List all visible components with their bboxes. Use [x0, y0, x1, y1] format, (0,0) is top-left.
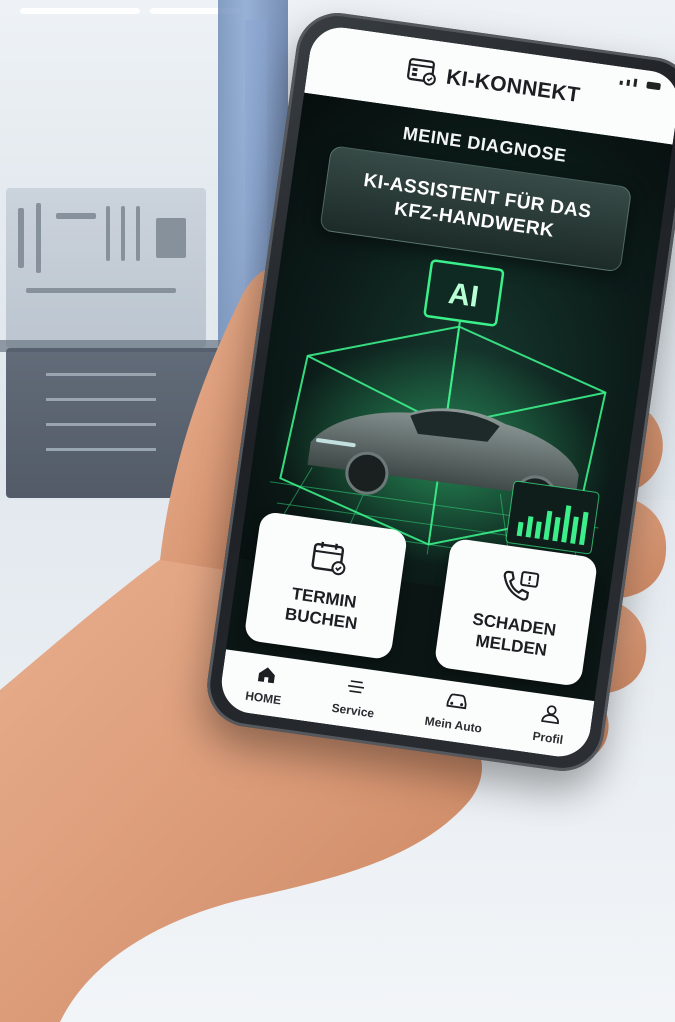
calendar-icon	[309, 540, 350, 582]
status-bar-icons	[619, 77, 662, 91]
workbench	[6, 348, 246, 498]
nav-home[interactable]: HOME	[244, 663, 285, 708]
report-damage-button[interactable]: SCHADEN MELDEN	[433, 537, 599, 687]
ceiling-light	[20, 8, 140, 14]
service-icon	[344, 677, 367, 703]
drawer	[46, 398, 156, 401]
nav-service-label: Service	[330, 700, 376, 721]
phone-report-icon	[498, 567, 541, 609]
tool-box	[156, 218, 186, 258]
nav-my-car-label: Mein Auto	[423, 713, 483, 736]
wrench-icon	[18, 208, 24, 268]
signal-bar	[626, 79, 631, 86]
user-icon	[539, 704, 562, 730]
nav-service[interactable]: Service	[330, 675, 379, 721]
nav-profile-label: Profil	[531, 728, 564, 748]
screwdriver-icon	[106, 206, 110, 261]
nav-profile[interactable]: Profil	[532, 703, 568, 747]
screwdriver-icon	[121, 206, 125, 261]
tool-rail	[56, 213, 96, 219]
tool-wall	[6, 188, 206, 348]
app-title: KI-KONNEKT	[444, 65, 582, 108]
wrench-icon	[36, 203, 41, 273]
screwdriver-icon	[136, 206, 140, 261]
car-icon	[443, 690, 470, 716]
drawer	[46, 423, 156, 426]
nav-my-car[interactable]: Mein Auto	[424, 688, 487, 736]
drawer	[46, 448, 156, 451]
book-appointment-button[interactable]: TERMIN BUCHEN	[243, 510, 409, 661]
drawer	[46, 373, 156, 376]
home-icon	[255, 664, 278, 690]
signal-bar	[633, 78, 638, 87]
ai-chip-label: AI	[446, 277, 480, 314]
signal-bar	[619, 80, 623, 86]
calendar-diagnostic-icon	[405, 57, 439, 92]
nav-home-label: HOME	[244, 688, 283, 708]
tool-rail	[26, 288, 176, 293]
battery-icon	[646, 81, 662, 91]
